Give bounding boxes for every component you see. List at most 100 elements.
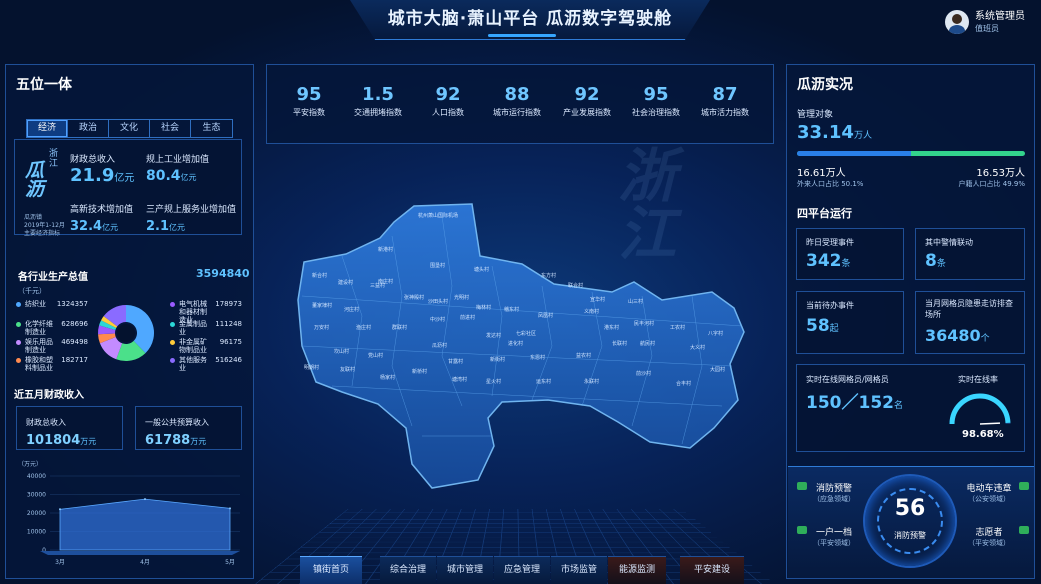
- map-village-label[interactable]: 进化村: [508, 340, 523, 347]
- index-item[interactable]: 88 城市运行指数: [482, 84, 552, 118]
- index-item[interactable]: 95 平安指数: [274, 84, 344, 118]
- map-village-label[interactable]: 永联村: [584, 378, 599, 385]
- map-village-label[interactable]: 中沙村: [430, 316, 445, 323]
- map-village-label[interactable]: 前沙村: [636, 370, 651, 377]
- nav-item-2[interactable]: 城市管理: [437, 556, 493, 584]
- map-village-label[interactable]: 友联村: [340, 366, 355, 373]
- fire-alert-button[interactable]: 消防预警 （应急领域）: [808, 481, 860, 504]
- map-village-label[interactable]: 党山村: [368, 352, 383, 359]
- map-village-label[interactable]: 河庄村: [344, 306, 359, 313]
- map-village-label[interactable]: 大义村: [690, 344, 705, 351]
- map-village-label[interactable]: 新合村: [312, 272, 327, 279]
- nav-item-5[interactable]: 能源监测: [608, 556, 666, 584]
- map-village-label[interactable]: 运东村: [536, 378, 551, 385]
- map-village-label[interactable]: 光明村: [454, 294, 469, 301]
- map-village-label[interactable]: 八字村: [708, 330, 723, 337]
- map-village-label[interactable]: 长联村: [612, 340, 627, 347]
- map-village-label[interactable]: 沙田头村: [428, 298, 448, 305]
- map-village-label[interactable]: 港东村: [604, 324, 619, 331]
- chart-ytick: 20000: [27, 510, 46, 517]
- map-village-label[interactable]: 董家埭村: [312, 302, 332, 309]
- card-value: 36480: [925, 326, 981, 345]
- donut-hole: [117, 324, 135, 342]
- map-village-label[interactable]: 甘露村: [448, 358, 463, 365]
- map-village-label[interactable]: 星火村: [486, 378, 501, 385]
- map-village-label[interactable]: 凤凰村: [538, 312, 553, 319]
- fire-alert-badge: [797, 482, 807, 490]
- tab-politics[interactable]: 政治: [68, 120, 109, 137]
- tab-economy[interactable]: 经济: [27, 120, 68, 137]
- map-village-label[interactable]: 瓜沥村: [432, 342, 447, 349]
- map-village-label[interactable]: 杨家村: [380, 374, 395, 381]
- index-item[interactable]: 95 社会治理指数: [621, 84, 691, 118]
- nav-item-6[interactable]: 平安建设: [680, 556, 744, 584]
- metric-value: 21.9: [70, 165, 115, 186]
- map-village-label[interactable]: 渔庄村: [356, 324, 371, 331]
- map-village-label[interactable]: 益农村: [576, 352, 591, 359]
- map-village-label[interactable]: 梅林村: [476, 304, 491, 311]
- index-item[interactable]: 1.5 交通拥堵指数: [343, 84, 413, 118]
- index-item[interactable]: 92 产业发展指数: [552, 84, 622, 118]
- right-panel-title: 瓜沥实况: [797, 77, 853, 93]
- card-police-linkage[interactable]: 其中警情联动 8条: [915, 228, 1025, 280]
- map-village-label[interactable]: 明朗村: [304, 364, 319, 371]
- map-village-label[interactable]: 杭州萧山国际机场: [418, 212, 458, 219]
- card-grid-visits[interactable]: 当月网格员隐患走访排查场所 36480个: [915, 291, 1025, 354]
- map-village-label[interactable]: 工农村: [670, 324, 685, 331]
- map-village-label[interactable]: 塘头村: [474, 266, 489, 273]
- tab-culture[interactable]: 文化: [109, 120, 150, 137]
- nav-item-0[interactable]: 镇街首页: [300, 556, 362, 584]
- manage-unit: 万人: [853, 131, 872, 141]
- map-village-label[interactable]: 群联村: [392, 324, 407, 331]
- metric-label: 高新技术增加值: [70, 205, 134, 215]
- legend-value: 1324357: [56, 300, 88, 308]
- ebike-alert-button[interactable]: 电动车违章 （公安领域）: [960, 481, 1018, 504]
- map-village-label[interactable]: 七彩社区: [516, 330, 536, 337]
- index-item[interactable]: 92 人口指数: [413, 84, 483, 118]
- index-item[interactable]: 87 城市活力指数: [690, 84, 760, 118]
- chart-ytick: 10000: [27, 529, 46, 536]
- card-yesterday-events[interactable]: 昨日受理事件 342条: [796, 228, 904, 280]
- ebike-alert-label: 电动车违章: [966, 484, 1012, 494]
- map-village-label[interactable]: 航民村: [640, 340, 655, 347]
- map-village-label[interactable]: 发达村: [486, 332, 501, 339]
- nav-item-1[interactable]: 综合治理: [380, 556, 436, 584]
- map-village-label[interactable]: 三益村: [370, 282, 385, 289]
- map-village-label[interactable]: 大园村: [710, 366, 725, 373]
- map-village-label[interactable]: 新街村: [490, 356, 505, 363]
- map-village-label[interactable]: 稽东村: [504, 306, 519, 313]
- tab-society[interactable]: 社会: [150, 120, 191, 137]
- card-value: 342: [806, 251, 842, 271]
- map-village-label[interactable]: 合丰村: [676, 380, 691, 387]
- avatar[interactable]: [945, 10, 969, 34]
- user-menu[interactable]: 系统管理员 值班员: [945, 10, 1025, 34]
- map-village-label[interactable]: 围垦村: [430, 262, 445, 269]
- map-village-label[interactable]: 建设村: [338, 279, 353, 286]
- map-village-label[interactable]: 联合村: [568, 282, 583, 289]
- card-pending-events[interactable]: 当前待办事件 58起: [796, 291, 904, 354]
- map-village-label[interactable]: 义南村: [584, 308, 599, 315]
- gauge-needle: [979, 422, 1001, 425]
- map-village-label[interactable]: 新港村: [378, 246, 393, 253]
- map-village-label[interactable]: 张神殿村: [404, 294, 424, 301]
- map-village-label[interactable]: 民丰河村: [634, 320, 654, 327]
- index-label: 城市活力指数: [701, 108, 749, 117]
- legend-dot: [16, 302, 21, 307]
- tab-ecology[interactable]: 生态: [191, 120, 232, 137]
- map-village-label[interactable]: 前进村: [460, 314, 475, 321]
- nav-item-4[interactable]: 市场监管: [551, 556, 607, 584]
- industry-title: 各行业生产总值: [18, 272, 88, 283]
- nav-item-3[interactable]: 应急管理: [494, 556, 550, 584]
- map-village-label[interactable]: 万安村: [314, 324, 329, 331]
- map-village-label[interactable]: 山三村: [628, 298, 643, 305]
- volunteer-badge: [1019, 526, 1029, 534]
- volunteer-button[interactable]: 志愿者 （平安领域）: [960, 525, 1018, 548]
- household-button[interactable]: 一户一档 （平安领域）: [808, 525, 860, 548]
- map-village-label[interactable]: 东方村: [541, 272, 556, 279]
- map-village-label[interactable]: 宣华村: [590, 296, 605, 303]
- map-village-label[interactable]: 新桥村: [412, 368, 427, 375]
- map-village-label[interactable]: 坎山村: [334, 348, 349, 355]
- map-village-label[interactable]: 塘湾村: [452, 376, 467, 383]
- index-label: 平安指数: [293, 108, 325, 117]
- map-village-label[interactable]: 东恩村: [530, 354, 545, 361]
